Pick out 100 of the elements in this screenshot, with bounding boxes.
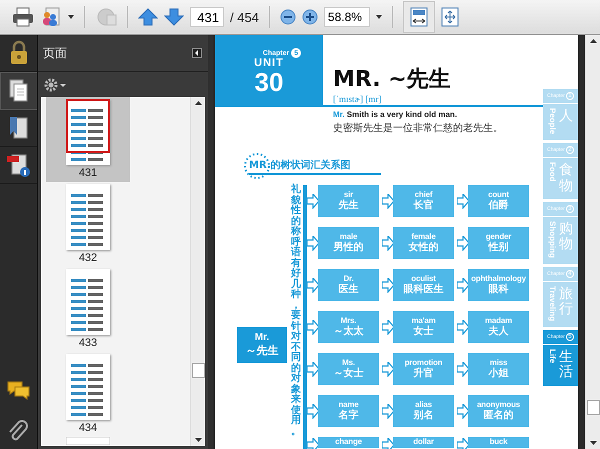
zoom-in-icon[interactable] [302,9,318,25]
zoom-out-icon[interactable] [280,9,296,25]
panel-title: 页面 [43,44,67,62]
chinese-meaning: 女士 [414,326,434,338]
pages-tab[interactable] [0,72,37,110]
page-thumbnail [66,269,110,335]
scroll-down-icon[interactable] [194,438,202,442]
example-sentence: Mr. Smith is a very kind old man. [333,110,458,119]
dotted-circle-icon [243,152,271,180]
up-arrow-icon[interactable] [138,8,158,26]
scrollbar-thumb[interactable] [586,400,600,415]
english-word: ophthalmology [471,274,526,284]
chinese-meaning: 小姐 [488,368,508,380]
scroll-up-icon[interactable] [194,101,202,105]
english-word: promotion [404,358,442,367]
chinese-meaning: 医生 [338,284,358,296]
chinese-meaning: 伯爵 [488,200,508,212]
chinese-meaning: 匿名的 [484,410,514,422]
english-word: madam [484,316,512,326]
down-arrow-icon[interactable] [164,8,184,26]
english-word: Mrs. [340,316,356,326]
example-translation: 史密斯先生是一位非常仁慈的老先生。 [333,122,504,135]
page-thumbnail [66,354,110,420]
english-word: name [338,400,359,409]
page-title: MR. ~先生 [333,67,451,93]
caret-icon[interactable] [376,15,382,19]
english-word: Dr. [343,274,354,284]
splitter-handle[interactable] [208,35,213,449]
scrollbar-thumb[interactable] [192,363,204,378]
english-word: miss [490,358,508,368]
english-word: male [340,232,358,242]
english-word: oculist [411,274,436,284]
chapter-name-chinese: 旅行 [559,286,573,317]
arrow-icon [307,278,320,292]
chinese-meaning: 眼科 [488,284,508,296]
page-number-label: 432 [78,252,98,264]
vertical-note: 礼貌性的称呼语有好几种，要针对不同的对象来使用。 [291,185,301,438]
chinese-meaning: 眼科医生 [404,284,444,296]
chinese-meaning: 夫人 [488,326,508,338]
page-thumbnail-item[interactable]: 431 [46,97,130,182]
chapter-name-chinese: 生活 [559,349,573,380]
page-total: / 454 [230,10,259,24]
english-word: buck [490,437,508,447]
chinese-meaning: ～太太 [334,326,364,338]
english-word: count [488,190,509,200]
gear-icon[interactable] [43,78,67,92]
page-thumbnail [66,99,110,165]
root-meaning: ～先生 [246,344,278,358]
page-number-label: 431 [78,167,98,179]
scrollbar[interactable] [585,35,600,449]
document-info-icon [6,152,32,178]
people-icon[interactable] [40,7,62,27]
unit-label: UNIT [254,58,284,69]
arrow-icon [382,236,395,250]
fit-width-button[interactable] [402,1,435,33]
fit-page-icon[interactable] [440,7,459,27]
caret-icon[interactable] [68,15,74,19]
scroll-up-icon[interactable] [590,39,596,43]
chapter-name: People [548,108,557,134]
chapter-name: Shopping [548,221,557,258]
english-word: dollar [413,437,434,447]
section-title: MR.的树状词汇关系图 [249,158,381,174]
arrow-icon [307,320,320,334]
arrow-icon [457,404,470,418]
page-number-field[interactable]: 431 [190,7,224,27]
page-thumbnail-item[interactable]: 433 [46,267,130,352]
english-word: alias [415,400,432,410]
page-thumbnail-item[interactable]: 432 [46,182,130,267]
arrow-icon [382,194,395,208]
arrow-icon [382,320,395,334]
scrollbar[interactable] [190,97,205,446]
arrow-icon [307,236,320,250]
chinese-meaning: 别名 [414,410,434,422]
english-word: sir [344,190,354,200]
root-word: Mr. [254,332,270,343]
page-thumbnail [66,184,110,250]
chapter-name-chinese: 购物 [559,221,573,252]
english-word: chief [414,190,432,199]
arrow-icon [382,404,395,418]
zoom-field[interactable]: 58.8% [324,7,370,27]
pronunciation: [ˈmɪstɚ] [mr] [333,93,382,105]
arrow-icon [457,236,470,250]
page-thumbnail-item[interactable]: 434 [46,352,130,437]
chinese-meaning: 性别 [488,242,508,254]
unit-number: 30 [254,69,284,95]
chinese-meaning: 名字 [338,410,358,422]
english-word: change [335,437,362,447]
collapse-icon[interactable] [192,48,202,58]
globe-icon [95,7,117,27]
chapter-name: Traveling [548,286,557,322]
arrow-icon [382,278,395,292]
print-icon[interactable] [12,7,34,27]
arrow-icon [457,194,470,208]
arrow-icon [457,278,470,292]
english-word: female [411,232,436,242]
english-word: ma'am [411,316,436,326]
chapter-name-chinese: 食物 [559,162,573,194]
english-word: Ms. [342,358,355,368]
chapter-name-chinese: 人 [559,108,573,124]
scroll-down-icon[interactable] [590,441,596,445]
